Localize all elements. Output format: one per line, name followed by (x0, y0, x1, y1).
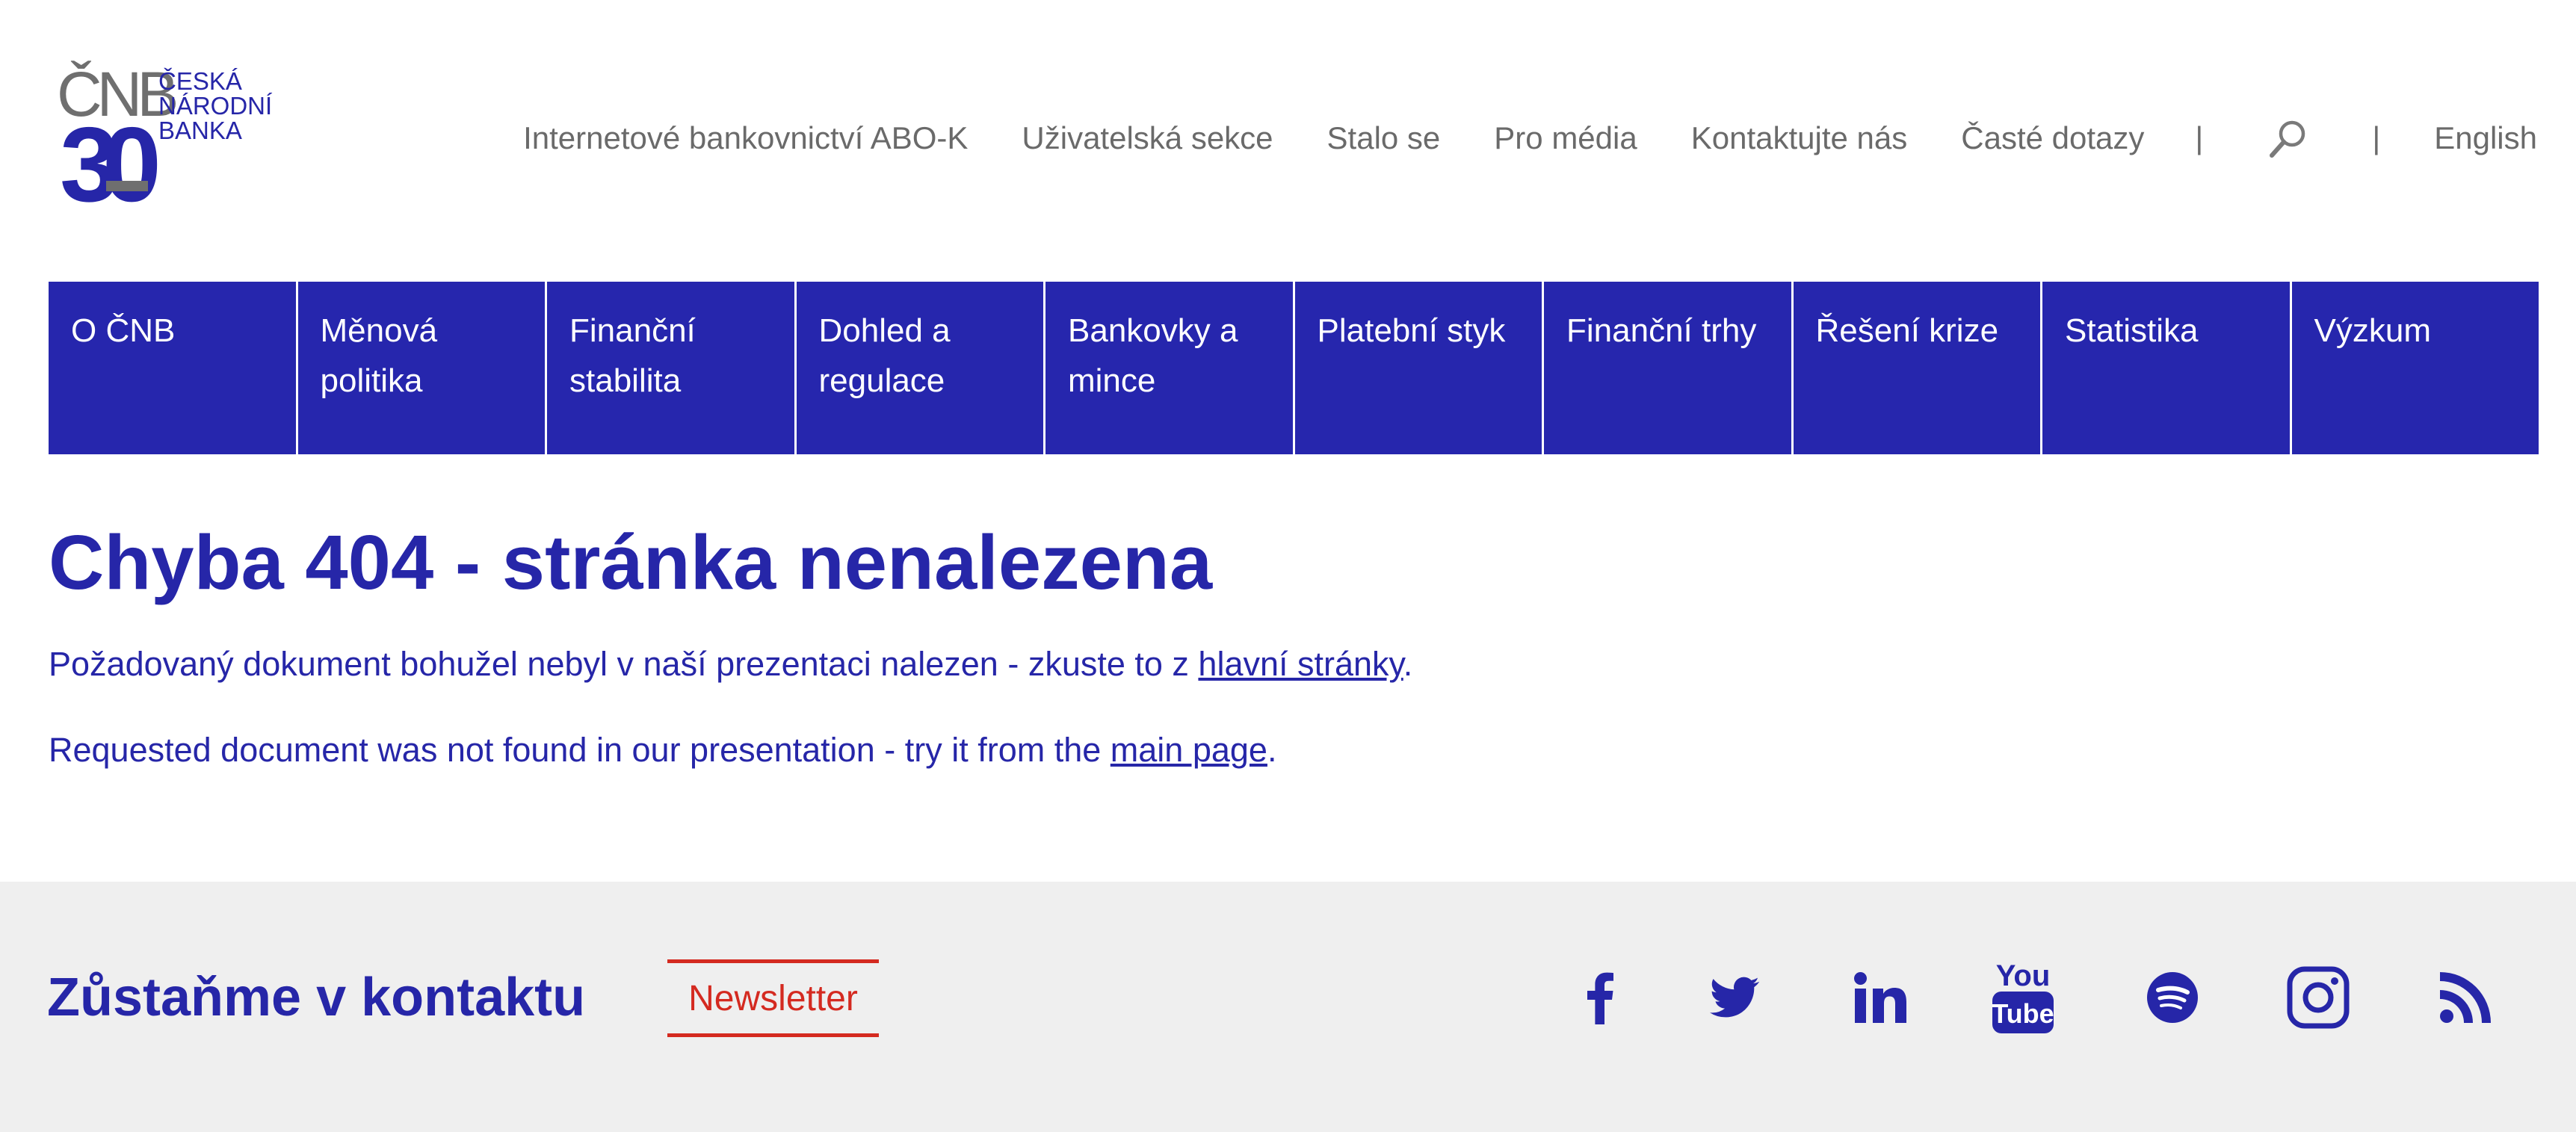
logo-bank-line: ČESKÁ (158, 67, 242, 95)
menu-item-financni-trhy[interactable]: Finanční trhy (1542, 282, 1791, 454)
rss-icon[interactable] (2439, 956, 2492, 1039)
home-page-link-cz[interactable]: hlavní stránky (1198, 645, 1403, 683)
top-navigation: Internetové bankovnictví ABO-K Uživatels… (523, 117, 2537, 159)
twitter-icon[interactable] (1710, 956, 1759, 1039)
error-message-cz: Požadovaný dokument bohužel nebyl v naší… (49, 643, 1412, 685)
topnav-separator: | (2195, 120, 2204, 155)
menu-item-reseni-krize[interactable]: Řešení krize (1791, 282, 2041, 454)
menu-item-o-cnb[interactable]: O ČNB (49, 282, 296, 454)
topnav-link-media[interactable]: Pro média (1494, 120, 1637, 156)
topnav-link-abo-k[interactable]: Internetové bankovnictví ABO-K (523, 120, 968, 156)
topnav-link-news[interactable]: Stalo se (1327, 120, 1441, 156)
language-switch-english[interactable]: English (2434, 120, 2537, 156)
menu-item-financni-stabilita[interactable]: Finanční stabilita (545, 282, 794, 454)
logo-anniversary: 30 (60, 105, 161, 224)
error-message-en: Requested document was not found in our … (49, 729, 1276, 771)
main-menu: O ČNB Měnová politika Finanční stabilita… (49, 282, 2539, 454)
sentence-end: . (1267, 731, 1277, 769)
error-text-cz: Požadovaný dokument bohužel nebyl v naší… (49, 645, 1199, 683)
logo-bank-line: BANKA (158, 117, 242, 144)
page-title: Chyba 404 - stránka nenalezena (49, 519, 1213, 605)
facebook-icon[interactable] (1584, 956, 1617, 1039)
youtube-text-you: You (1996, 959, 2051, 992)
menu-item-platebni-styk[interactable]: Platební styk (1292, 282, 1542, 454)
sentence-end: . (1403, 645, 1413, 683)
youtube-text-tube: Tube (1992, 998, 2054, 1029)
youtube-icon[interactable]: You Tube (1991, 956, 2055, 1039)
logo-underline (106, 181, 148, 191)
error-text-en: Requested document was not found in our … (49, 731, 1111, 769)
home-page-link-en[interactable]: main page (1111, 731, 1267, 769)
cnb-logo[interactable]: ČNB ČESKÁ NÁRODNÍ BANKA 30 (57, 63, 281, 223)
menu-item-bankovky-a-mince[interactable]: Bankovky a mince (1043, 282, 1293, 454)
menu-item-vyzkum[interactable]: Výzkum (2289, 282, 2539, 454)
newsletter-button[interactable]: Newsletter (667, 959, 879, 1037)
logo-bank-line: NÁRODNÍ (158, 92, 273, 120)
menu-item-menova-politika[interactable]: Měnová politika (295, 282, 546, 454)
menu-item-statistika[interactable]: Statistika (2040, 282, 2290, 454)
topnav-link-contact[interactable]: Kontaktujte nás (1691, 120, 1908, 156)
instagram-icon[interactable] (2287, 956, 2350, 1039)
topnav-separator: | (2372, 120, 2381, 155)
footer: Zůstaňme v kontaktu Newsletter You Tube (0, 882, 2576, 1132)
topnav-link-user-section[interactable]: Uživatelská sekce (1022, 120, 1273, 156)
menu-item-dohled-a-regulace[interactable]: Dohled a regulace (794, 282, 1044, 454)
spotify-icon[interactable] (2146, 956, 2199, 1039)
linkedin-icon[interactable] (1853, 956, 1907, 1039)
topnav-link-faq[interactable]: Časté dotazy (1961, 120, 2144, 156)
search-icon[interactable] (2267, 117, 2309, 159)
footer-title: Zůstaňme v kontaktu (47, 968, 586, 1027)
logo-bank-name: ČESKÁ NÁRODNÍ BANKA (158, 69, 272, 143)
